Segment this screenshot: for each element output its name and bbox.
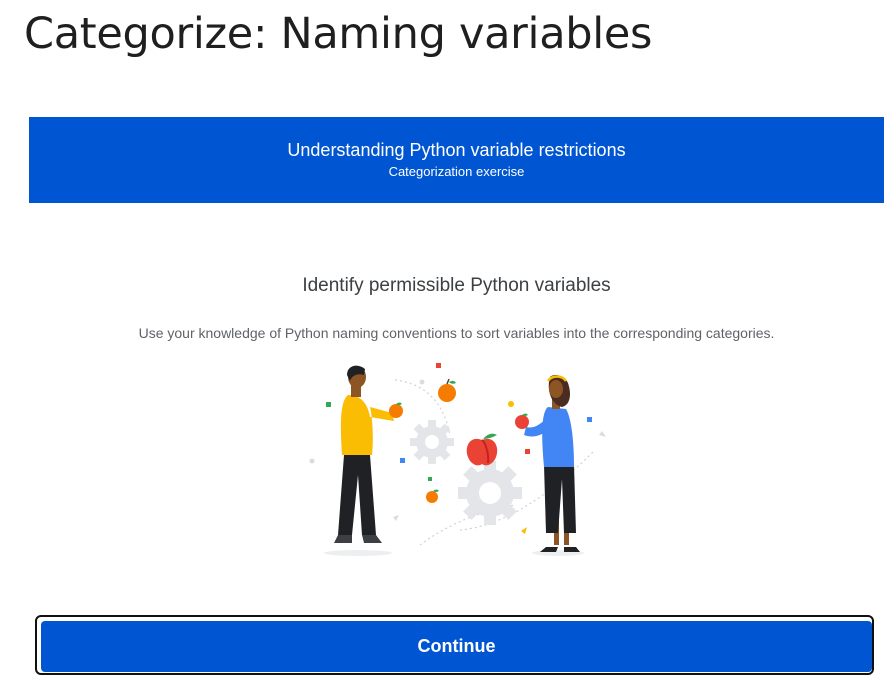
apple-icon xyxy=(426,489,439,503)
confetti xyxy=(508,401,514,407)
banner-title: Understanding Python variable restrictio… xyxy=(287,140,626,160)
confetti xyxy=(599,431,606,437)
confetti xyxy=(521,527,527,534)
exercise-description: Use your knowledge of Python naming conv… xyxy=(138,325,775,341)
gear-icon xyxy=(458,461,522,525)
apple-icon xyxy=(466,433,498,466)
confetti xyxy=(525,449,530,454)
continue-button[interactable]: Continue xyxy=(41,621,872,672)
gear-icon xyxy=(410,420,454,464)
apple-icon xyxy=(438,378,456,402)
people-sharing-apples-illustration xyxy=(309,363,606,556)
confetti xyxy=(436,363,441,368)
confetti xyxy=(419,379,425,385)
confetti xyxy=(587,417,592,422)
exercise-banner: Understanding Python variable restrictio… xyxy=(29,117,884,203)
banner-subtitle: Categorization exercise xyxy=(388,164,525,179)
confetti xyxy=(326,402,331,407)
confetti xyxy=(309,458,315,464)
confetti xyxy=(428,477,432,481)
confetti xyxy=(393,515,399,521)
confetti xyxy=(400,458,405,463)
page-title: Categorize: Naming variables xyxy=(24,9,653,59)
exercise-heading: Identify permissible Python variables xyxy=(302,275,611,296)
person-yellow-shirt xyxy=(324,365,403,556)
